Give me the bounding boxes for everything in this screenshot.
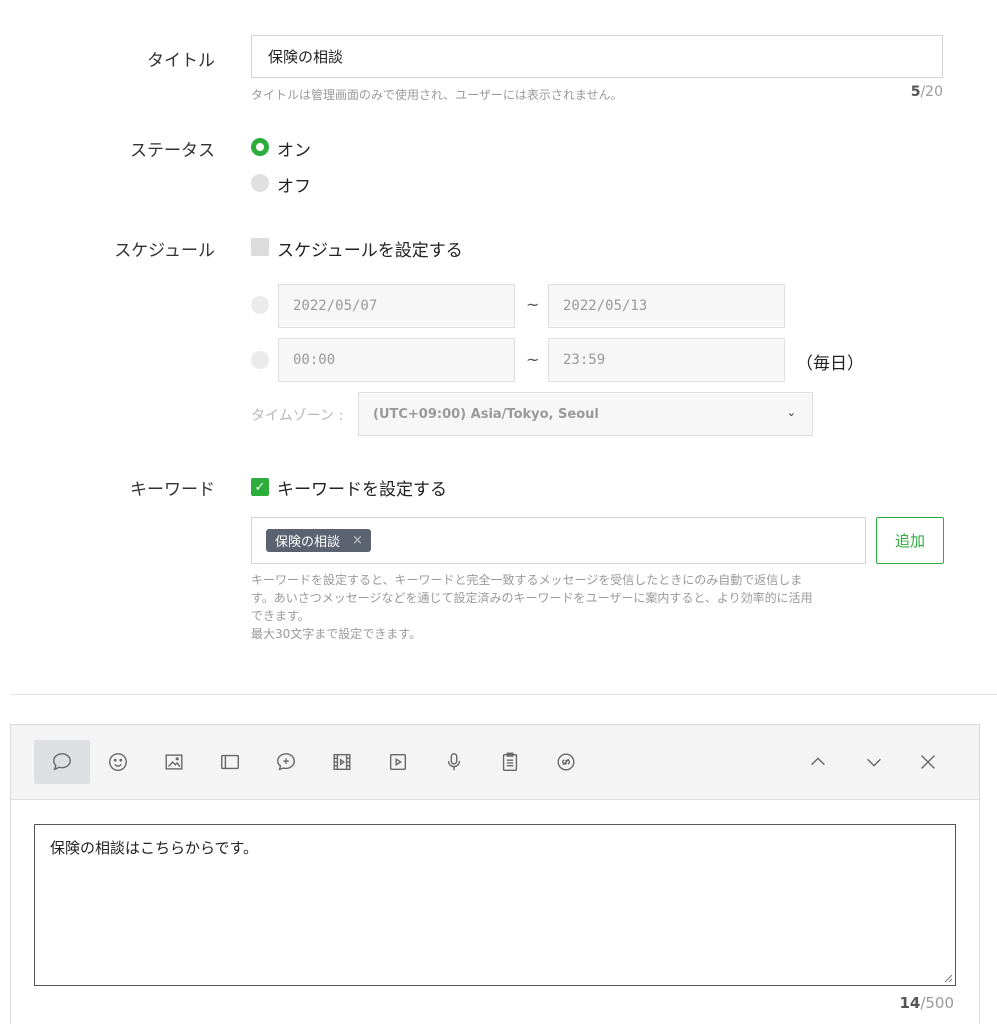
keyword-label: キーワード <box>130 480 215 500</box>
checkmark-icon: ✓ <box>254 479 266 495</box>
message-editor: 保険の相談はこちらからです。 <box>10 724 980 1024</box>
status-label: ステータス <box>130 141 215 161</box>
close-icon[interactable] <box>900 740 956 784</box>
smiley-icon[interactable] <box>90 740 146 784</box>
keyword-hint-line: す。あいさつメッセージなどを通じて設定済みのキーワードをユーザーに案内すると、よ… <box>251 591 813 605</box>
schedule-checkbox-label[interactable]: スケジュールを設定する <box>277 236 463 261</box>
timezone-value: (UTC+09:00) Asia/Tokyo, Seoul <box>373 406 599 422</box>
status-off-radio[interactable] <box>251 174 269 192</box>
status-off-label[interactable]: オフ <box>277 172 311 197</box>
title-count: 5 <box>910 84 921 100</box>
time-from-field[interactable]: 00:00 <box>278 338 515 382</box>
timezone-select[interactable]: (UTC+09:00) Asia/Tokyo, Seoul ⌄ <box>358 392 813 436</box>
keyword-hint: キーワードを設定すると、キーワードと完全一致するメッセージを受信したときにのみ自… <box>251 571 951 643</box>
schedule-time-radio[interactable] <box>251 351 269 369</box>
title-input[interactable]: 保険の相談 <box>251 35 943 78</box>
link-icon[interactable] <box>538 740 594 784</box>
message-max: /500 <box>920 994 954 1012</box>
title-counter: 5/20 <box>860 84 943 100</box>
chevron-down-icon: ⌄ <box>786 406 796 419</box>
keyword-hint-line: できます。 <box>251 609 310 623</box>
message-textarea[interactable]: 保険の相談はこちらからです。 <box>34 824 956 986</box>
timezone-label: タイムゾーン : <box>251 408 344 424</box>
keyword-tag: 保険の相談 × <box>266 529 371 552</box>
tag-remove-icon[interactable]: × <box>352 533 363 548</box>
keyword-tag-label: 保険の相談 <box>275 535 341 550</box>
title-label: タイトル <box>147 51 215 71</box>
speech-bubble-icon[interactable] <box>34 740 90 784</box>
chevron-up-icon[interactable] <box>790 740 846 784</box>
section-divider <box>10 694 997 695</box>
daily-label: （毎日） <box>796 354 864 374</box>
video-icon[interactable] <box>314 740 370 784</box>
date-from-field[interactable]: 2022/05/07 <box>278 284 515 328</box>
coupon-icon[interactable] <box>258 740 314 784</box>
image-icon[interactable] <box>146 740 202 784</box>
message-counter: 14/500 <box>870 994 954 1012</box>
schedule-date-radio[interactable] <box>251 296 269 314</box>
add-keyword-button[interactable]: 追加 <box>876 517 944 564</box>
schedule-checkbox[interactable] <box>251 238 269 256</box>
keyword-hint-line: キーワードを設定すると、キーワードと完全一致するメッセージを受信したときにのみ自… <box>251 573 803 587</box>
title-max: /20 <box>920 84 943 100</box>
keyword-hint-line: 最大30文字まで設定できます。 <box>251 627 422 641</box>
editor-toolbar <box>11 725 979 800</box>
microphone-icon[interactable] <box>426 740 482 784</box>
play-icon[interactable] <box>370 740 426 784</box>
schedule-label: スケジュール <box>114 241 215 261</box>
title-hint: タイトルは管理画面のみで使用され、ユーザーには表示されません。 <box>251 88 623 102</box>
message-text: 保険の相談はこちらからです。 <box>50 839 259 857</box>
keyword-checkbox[interactable]: ✓ <box>251 478 269 496</box>
status-on-label[interactable]: オン <box>277 136 311 161</box>
chevron-down-icon[interactable] <box>846 740 902 784</box>
time-range-tilde: ~ <box>526 350 540 369</box>
keyword-checkbox-label[interactable]: キーワードを設定する <box>277 475 447 500</box>
clipboard-icon[interactable] <box>482 740 538 784</box>
time-to-field[interactable]: 23:59 <box>548 338 785 382</box>
message-count: 14 <box>899 994 921 1012</box>
resize-grip-icon[interactable] <box>943 973 953 983</box>
card-icon[interactable] <box>202 740 258 784</box>
status-on-radio[interactable] <box>251 138 269 156</box>
date-to-field[interactable]: 2022/05/13 <box>548 284 785 328</box>
date-range-tilde: ~ <box>526 295 540 314</box>
